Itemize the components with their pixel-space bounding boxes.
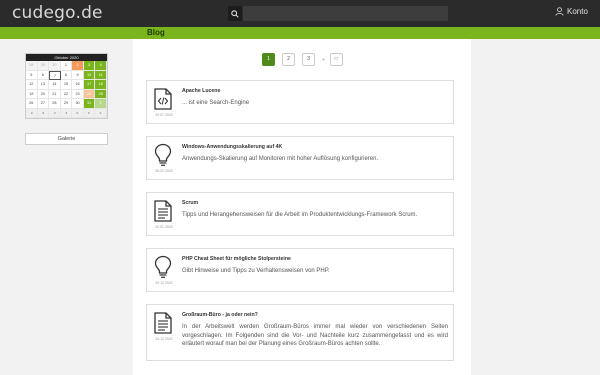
search-input[interactable] <box>243 6 448 21</box>
calendar-next-arrow[interactable]: ▸ <box>72 108 84 118</box>
page-2-button[interactable]: 2 <box>282 53 295 66</box>
post-date: 20.01.2022 <box>155 225 173 229</box>
page-3-button[interactable]: 3 <box>302 53 315 66</box>
post-excerpt: In der Arbeitswelt werden Großraum-Büros… <box>182 324 448 348</box>
calendar-title: Oktober 2020 <box>26 54 107 61</box>
calendar-day[interactable]: 14 <box>49 80 61 90</box>
post-date: 24.12.2021 <box>155 337 173 341</box>
post-title[interactable]: Windows-Anwendungsskalierung auf 4K <box>182 144 282 150</box>
gallery-button[interactable]: Galerie <box>25 133 108 145</box>
post-card[interactable]: 24.12.2021 Großraum-Büro - ja oder nein?… <box>146 304 454 361</box>
site-logo[interactable]: cudego.de <box>12 3 103 23</box>
calendar-day[interactable]: 20 <box>37 89 50 99</box>
code-file-icon <box>153 87 173 111</box>
next-page-link[interactable]: » <box>322 57 325 63</box>
calendar-grid: 28 29 30 1 2 3 4 5 6 7 8 9 10 11 12 13 14 15 16 17 18 19 20 21 2… <box>26 61 107 118</box>
calendar-prev-arrow[interactable]: ◂ <box>49 108 61 118</box>
post-date: 29.07.2022 <box>155 113 173 117</box>
calendar-day[interactable]: 24 <box>83 89 96 99</box>
post-title[interactable]: Großraum-Büro - ja oder nein? <box>182 312 258 318</box>
post-card[interactable]: 29.07.2022 Apache Lucene ... ist eine Se… <box>146 80 454 124</box>
page-1-button[interactable]: 1 <box>262 53 275 66</box>
calendar-day[interactable]: 4 <box>95 61 107 71</box>
calendar-day[interactable]: 19 <box>26 89 38 99</box>
user-icon <box>555 7 564 16</box>
calendar-day[interactable]: 7 <box>49 70 61 80</box>
post-card[interactable]: 29.12.2021 PHP Cheat Sheet für mögliche … <box>146 248 454 292</box>
post-title[interactable]: Scrum <box>182 200 198 206</box>
lightbulb-icon <box>153 143 173 167</box>
calendar-day[interactable]: 22 <box>60 89 73 99</box>
nav-item-blog[interactable]: Blog <box>147 28 165 37</box>
calendar-day[interactable]: 11 <box>95 70 107 80</box>
calendar-day[interactable]: 12 <box>26 80 38 90</box>
post-title[interactable]: PHP Cheat Sheet für mögliche Stolperstei… <box>182 256 291 262</box>
calendar-day[interactable]: 3 <box>83 61 96 71</box>
post-excerpt: Anwendungs-Skalierung auf Monitoren mit … <box>182 156 379 162</box>
calendar-day[interactable]: 8 <box>60 70 73 80</box>
calendar-prev-arrow[interactable]: ◂ <box>26 108 38 118</box>
calendar-next-arrow[interactable]: ▸ <box>83 108 96 118</box>
account-link[interactable]: Konto <box>555 7 588 16</box>
calendar-widget: Oktober 2020 28 29 30 1 2 3 4 5 6 7 8 9 10 11 12 13 14 15… <box>25 53 108 119</box>
pagination: 1 2 3 » □ <box>262 53 350 66</box>
calendar-day[interactable]: 1 <box>60 61 73 71</box>
calendar-day[interactable]: 25 <box>95 89 107 99</box>
calendar-day[interactable]: 30 <box>72 99 84 109</box>
post-card[interactable]: 20.01.2022 Scrum Tipps und Herangehenswe… <box>146 192 454 236</box>
post-title[interactable]: Apache Lucene <box>182 88 220 94</box>
calendar-day[interactable]: 28 <box>26 61 38 71</box>
top-bar: cudego.de Konto <box>0 0 600 27</box>
document-icon <box>153 311 173 335</box>
calendar-day[interactable]: 13 <box>37 80 50 90</box>
calendar-day[interactable]: 2 <box>72 61 84 71</box>
calendar-next-arrow[interactable]: ▸ <box>95 108 107 118</box>
calendar-day[interactable]: 10 <box>83 70 96 80</box>
search-icon <box>231 9 239 18</box>
calendar-prev-arrow[interactable]: ◂ <box>37 108 50 118</box>
calendar-day[interactable]: 29 <box>37 61 50 71</box>
post-excerpt: ... ist eine Search-Engine <box>182 100 250 106</box>
calendar-day[interactable]: 21 <box>49 89 61 99</box>
calendar-day[interactable]: 28 <box>49 99 61 109</box>
calendar-day[interactable]: 29 <box>60 99 73 109</box>
calendar-day[interactable]: 15 <box>60 80 73 90</box>
calendar-day[interactable]: 23 <box>72 89 84 99</box>
lightbulb-icon <box>153 255 173 279</box>
calendar-day[interactable]: 17 <box>83 80 96 90</box>
post-excerpt: Tipps und Herangehensweisen für die Arbe… <box>182 212 418 218</box>
right-gutter <box>471 39 600 375</box>
account-label: Konto <box>567 7 588 16</box>
post-card[interactable]: 28.02.2022 Windows-Anwendungsskalierung … <box>146 136 454 180</box>
calendar-day[interactable]: 26 <box>26 99 38 109</box>
last-page-button[interactable]: □ <box>329 53 343 66</box>
calendar-day[interactable]: 5 <box>26 70 38 80</box>
calendar-day[interactable]: 27 <box>37 99 50 109</box>
calendar-day[interactable]: 16 <box>72 80 84 90</box>
nav-bar: Blog <box>0 27 600 39</box>
calendar-day[interactable]: 18 <box>95 80 107 90</box>
post-date: 29.12.2021 <box>155 281 173 285</box>
calendar-day[interactable]: 30 <box>49 61 61 71</box>
search-button[interactable] <box>228 6 242 21</box>
calendar-day[interactable]: 6 <box>37 70 50 80</box>
calendar-prev-arrow[interactable]: ◂ <box>60 108 73 118</box>
left-sidebar: Oktober 2020 28 29 30 1 2 3 4 5 6 7 8 9 10 11 12 13 14 15… <box>0 39 133 375</box>
calendar-day[interactable]: 1 <box>95 99 107 109</box>
calendar-day[interactable]: 31 <box>83 99 96 109</box>
calendar-day[interactable]: 9 <box>72 70 84 80</box>
post-excerpt: Gibt Hinweise und Tipps zu Verhaltenswei… <box>182 268 330 274</box>
post-date: 28.02.2022 <box>155 169 173 173</box>
document-icon <box>153 199 173 223</box>
